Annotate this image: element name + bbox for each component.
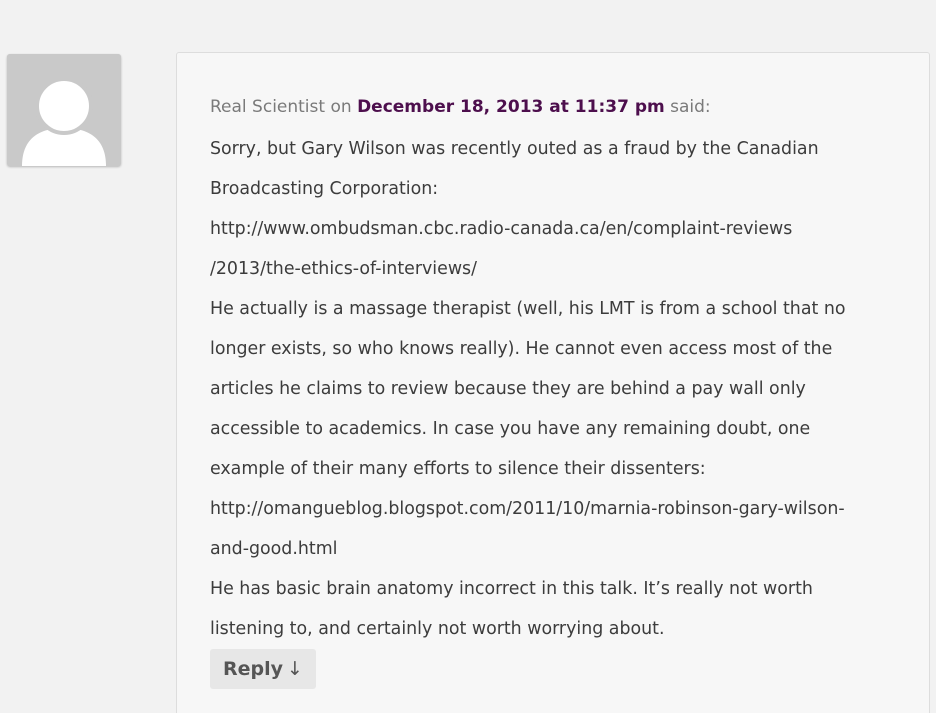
arrow-down-icon: ↓ — [287, 658, 303, 680]
comment-author: Real Scientist — [210, 97, 326, 117]
comment-date-link[interactable]: December 18, 2013 at 11:37 pm — [357, 97, 665, 117]
comment-line: and-good.html — [210, 539, 338, 559]
comment-line: Sorry, but Gary Wilson was recently oute… — [210, 139, 819, 159]
comment-line: He actually is a massage therapist (well… — [210, 299, 846, 319]
comment-line: articles he claims to review because the… — [210, 379, 806, 399]
comment-meta: Real Scientist on December 18, 2013 at 1… — [210, 94, 711, 120]
comment-line: He has basic brain anatomy incorrect in … — [210, 579, 813, 599]
comment-line: http://www.ombudsman.cbc.radio-canada.ca… — [210, 219, 793, 239]
reply-label: Reply — [223, 658, 284, 680]
avatar — [7, 54, 121, 166]
comment-line: listening to, and certainly not worth wo… — [210, 619, 665, 639]
comment-line: /2013/the-ethics-of-interviews/ — [210, 259, 477, 279]
comment-line: longer exists, so who knows really). He … — [210, 339, 833, 359]
comment-line: http://omangueblog.blogspot.com/2011/10/… — [210, 499, 845, 519]
comment-line: accessible to academics. In case you hav… — [210, 419, 811, 439]
comment-body: Sorry, but Gary Wilson was recently oute… — [210, 129, 890, 649]
comment-line: Broadcasting Corporation: — [210, 179, 439, 199]
comment-said-word: said: — [670, 97, 711, 117]
comment-on-word: on — [330, 97, 352, 117]
reply-button[interactable]: Reply ↓ — [210, 649, 316, 689]
comment-line: example of their many efforts to silence… — [210, 459, 706, 479]
default-user-avatar-icon — [7, 54, 121, 166]
